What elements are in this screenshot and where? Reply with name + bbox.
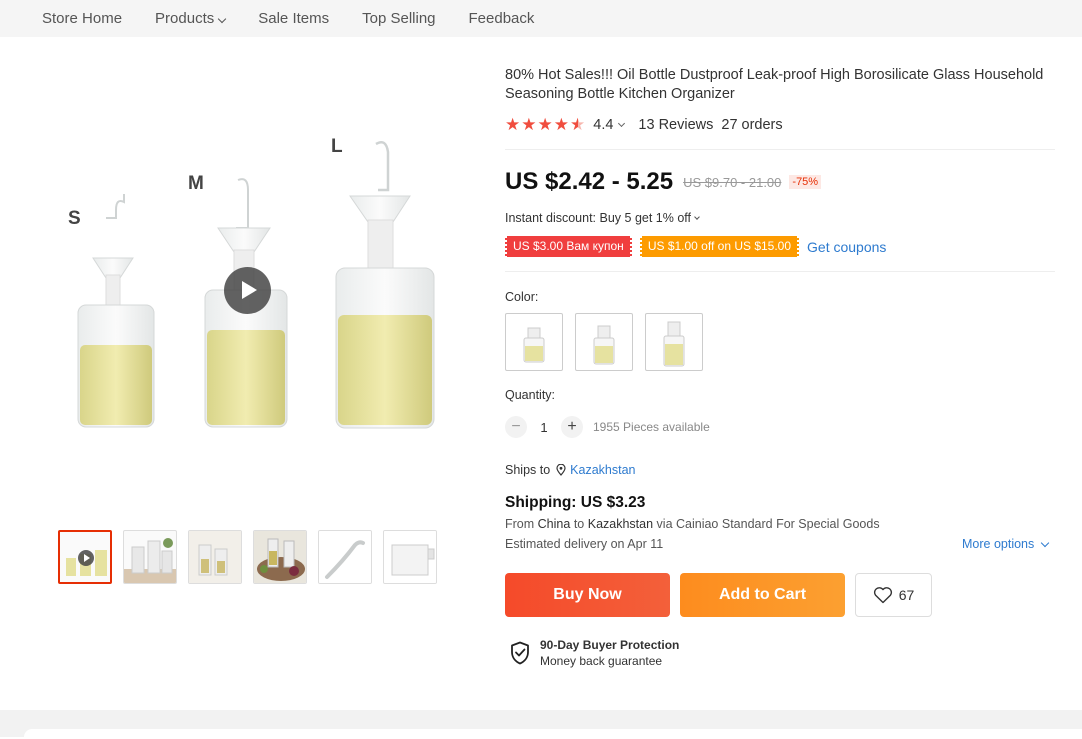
shipping-from-prefix: From (505, 517, 535, 531)
bottle-large (335, 141, 435, 429)
instant-discount-text: Instant discount: Buy 5 get 1% off (505, 211, 691, 225)
wishlist-button[interactable]: 67 (855, 573, 932, 617)
pieces-available: 1955 Pieces available (593, 420, 710, 434)
nav-top-selling[interactable]: Top Selling (362, 10, 435, 27)
original-price: US $9.70 - 21.00 (683, 174, 782, 190)
ships-to-row: Ships to Kazakhstan (505, 463, 636, 477)
thumbnail-6[interactable] (383, 530, 437, 584)
shipping-method: via Cainiao Standard For Special Goods (656, 517, 880, 531)
color-swatch-image (523, 327, 545, 363)
current-price: US $2.42 - 5.25 (505, 168, 674, 195)
thumbnail-image (254, 531, 306, 583)
color-options (505, 313, 715, 371)
nav-sale-items[interactable]: Sale Items (258, 10, 329, 27)
buyer-protection: 90-Day Buyer Protection Money back guara… (510, 637, 679, 669)
thumbnail-image (124, 538, 176, 583)
bottle-small (77, 194, 155, 428)
thumbnail-image (189, 531, 241, 583)
shipping-destination: Kazakhstan (587, 517, 654, 531)
buy-now-button[interactable]: Buy Now (505, 573, 670, 617)
chevron-down-icon[interactable] (618, 119, 626, 127)
thumbnail-4[interactable] (253, 530, 307, 584)
increase-quantity-button[interactable]: + (561, 416, 583, 438)
thumbnail-image (384, 531, 436, 583)
thumbnail-video[interactable] (58, 530, 112, 584)
color-label: Color: (505, 290, 539, 304)
ships-to-country[interactable]: Kazakhstan (570, 463, 635, 477)
divider (505, 271, 1055, 272)
thumbnail-2[interactable] (123, 530, 177, 584)
protection-subtitle: Money back guarantee (540, 654, 663, 668)
product-title: 80% Hot Sales!!! Oil Bottle Dustproof Le… (505, 67, 1044, 102)
more-options-link[interactable]: More options (962, 537, 1050, 551)
star-icon: ★ (521, 115, 537, 134)
action-buttons: Buy Now Add to Cart 67 (505, 573, 932, 617)
color-option-m[interactable] (575, 313, 633, 371)
chevron-down-icon (218, 14, 227, 24)
thumbnail-5[interactable] (318, 530, 372, 584)
chevron-down-icon (1041, 538, 1050, 547)
size-label-s: S (68, 208, 81, 229)
thumbnail-strip (58, 530, 448, 584)
coupons-row: US $3.00 Вам купон US $1.00 off on US $1… (504, 236, 886, 257)
star-icon: ★ (537, 115, 553, 134)
location-pin-icon (556, 464, 566, 476)
thumbnail-3[interactable] (188, 530, 242, 584)
size-label-l: L (331, 136, 343, 157)
nav-products[interactable]: Products (155, 10, 227, 27)
star-icon: ★ (553, 115, 569, 134)
rating-row: ★ ★ ★ ★ ★ 4.4 13 Reviews 27 orders (505, 116, 783, 133)
color-swatch-image (663, 321, 685, 367)
nav-feedback[interactable]: Feedback (469, 10, 535, 27)
quantity-input[interactable]: 1 (527, 420, 561, 435)
shield-check-icon (511, 641, 529, 665)
ships-to-label: Ships to (505, 463, 551, 477)
shipping-cost: Shipping: US $3.23 (505, 494, 646, 511)
coupon-select[interactable]: US $1.00 off on US $15.00 (638, 236, 801, 257)
reviews-link[interactable]: 13 Reviews (638, 117, 713, 133)
thumbnail-image (319, 531, 371, 583)
shipping-to-word: to (573, 517, 585, 531)
color-option-s[interactable] (505, 313, 563, 371)
size-label-m: M (188, 173, 204, 194)
more-options-label: More options (962, 537, 1035, 551)
estimated-delivery: Estimated delivery on Apr 11 (505, 537, 664, 551)
color-option-l[interactable] (645, 313, 703, 371)
rating-value[interactable]: 4.4 (593, 117, 613, 133)
instant-discount[interactable]: Instant discount: Buy 5 get 1% off (505, 211, 700, 225)
heart-icon (873, 587, 892, 604)
quantity-label: Quantity: (505, 388, 556, 402)
protection-title: 90-Day Buyer Protection (540, 638, 680, 652)
discount-badge: -75% (789, 175, 822, 189)
nav-store-home[interactable]: Store Home (42, 10, 122, 27)
decrease-quantity-button[interactable]: − (505, 416, 527, 438)
nav-products-label: Products (155, 10, 215, 27)
star-icon: ★ (505, 115, 521, 134)
divider (505, 149, 1055, 150)
shipping-route: From China to Kazakhstan via Cainiao Sta… (505, 517, 880, 531)
coupon-store[interactable]: US $3.00 Вам купон (504, 236, 633, 257)
get-coupons-link[interactable]: Get coupons (807, 239, 886, 255)
color-swatch-image (593, 325, 615, 365)
play-video-button[interactable] (224, 267, 271, 314)
play-icon (78, 550, 94, 566)
quantity-stepper: − 1 + 1955 Pieces available (505, 416, 710, 438)
store-nav: Store Home Products Sale Items Top Selli… (0, 0, 1082, 37)
orders-count: 27 orders (721, 116, 783, 133)
add-to-cart-button[interactable]: Add to Cart (680, 573, 845, 617)
rating-stars: ★ ★ ★ ★ ★ (505, 116, 586, 133)
shipping-origin: China (537, 517, 571, 531)
wishlist-count: 67 (898, 587, 915, 603)
bottom-section-card (24, 729, 1082, 739)
half-star-icon: ★ (570, 115, 586, 134)
chevron-down-icon (694, 214, 700, 220)
price-row: US $2.42 - 5.25 US $9.70 - 21.00 -75% (505, 168, 822, 196)
